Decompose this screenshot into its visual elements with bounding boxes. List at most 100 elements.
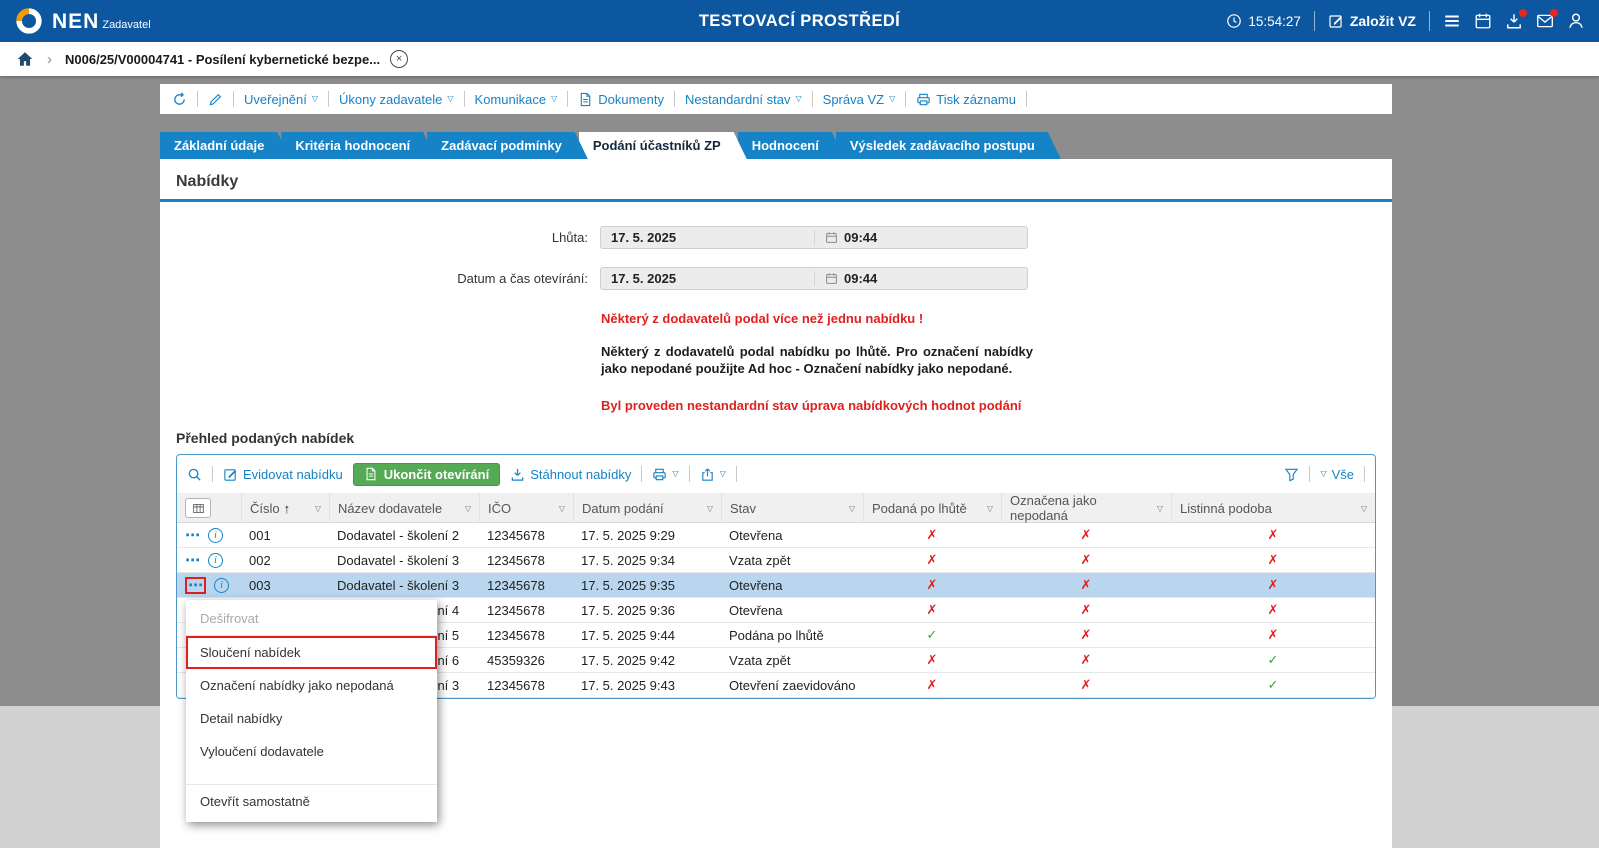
register-offer-button[interactable]: Evidovat nabídku bbox=[223, 467, 343, 482]
divider bbox=[197, 91, 198, 107]
column-header[interactable]: Listinná podoba▽ bbox=[1171, 493, 1375, 523]
divider bbox=[736, 466, 737, 482]
command-item[interactable]: Správa VZ▽ bbox=[823, 92, 896, 107]
pencil-icon bbox=[208, 92, 223, 107]
profile-button[interactable] bbox=[1567, 12, 1585, 30]
filter-caret-icon[interactable]: ▽ bbox=[849, 504, 855, 513]
clock: 15:54:27 bbox=[1226, 13, 1301, 29]
cross-icon: ✗ bbox=[1268, 577, 1279, 592]
printer-icon bbox=[652, 467, 667, 482]
cell-number: 002 bbox=[241, 553, 329, 568]
filter-caret-icon[interactable]: ▽ bbox=[559, 504, 565, 513]
search-button[interactable] bbox=[187, 467, 202, 482]
menu-item[interactable]: Sloučení nabídek bbox=[186, 636, 437, 669]
topbar: NEN Zadavatel TESTOVACÍ PROSTŘEDÍ 15:54:… bbox=[0, 0, 1599, 42]
opening-date-input[interactable]: 17. 5. 2025 bbox=[601, 271, 814, 286]
filter-caret-icon[interactable]: ▽ bbox=[707, 504, 713, 513]
row-info-icon[interactable]: i bbox=[208, 553, 223, 568]
create-vz-button[interactable]: Založit VZ bbox=[1328, 13, 1416, 29]
column-header[interactable]: Číslo↑▽ bbox=[241, 493, 329, 523]
column-header[interactable]: Stav▽ bbox=[721, 493, 863, 523]
download-offers-button[interactable]: Stáhnout nabídky bbox=[510, 467, 631, 482]
filter-caret-icon[interactable]: ▽ bbox=[315, 504, 321, 513]
cell-number: 001 bbox=[241, 528, 329, 543]
doc-icon bbox=[578, 92, 593, 107]
chevron-down-icon: ▽ bbox=[551, 95, 557, 103]
downloads-button[interactable] bbox=[1505, 12, 1523, 30]
table-row[interactable]: ⋯i001Dodavatel - školení 21234567817. 5.… bbox=[177, 523, 1375, 548]
column-header[interactable]: Název dodavatele▽ bbox=[329, 493, 479, 523]
row-actions-button[interactable]: ⋯ bbox=[185, 529, 200, 542]
tab-2[interactable]: Kritéria hodnocení bbox=[281, 132, 436, 159]
row-actions-button[interactable]: ⋯ bbox=[185, 554, 200, 567]
menu-item[interactable]: Vyloučení dodavatele bbox=[186, 735, 437, 768]
export-dropdown[interactable]: ▽ bbox=[700, 467, 726, 482]
tab-1[interactable]: Základní údaje bbox=[160, 132, 290, 159]
cell-ico: 45359326 bbox=[479, 653, 573, 668]
row-info-icon[interactable]: i bbox=[208, 528, 223, 543]
filter-button[interactable] bbox=[1284, 467, 1299, 482]
breadcrumb-item[interactable]: N006/25/V00004741 - Posílení kybernetick… bbox=[65, 52, 380, 67]
command-item[interactable]: Tisk záznamu bbox=[916, 92, 1016, 107]
history-button[interactable] bbox=[172, 92, 187, 107]
tab-3[interactable]: Zadávací podmínky bbox=[427, 132, 588, 159]
person-icon bbox=[1567, 12, 1585, 30]
hamburger-menu-button[interactable] bbox=[1443, 12, 1461, 30]
command-item[interactable]: Dokumenty bbox=[578, 92, 664, 107]
column-header[interactable]: IČO▽ bbox=[479, 493, 573, 523]
cross-icon: ✗ bbox=[1081, 677, 1092, 692]
filter-caret-icon[interactable]: ▽ bbox=[1361, 504, 1367, 513]
messages-button[interactable] bbox=[1536, 12, 1554, 30]
calendar-button[interactable] bbox=[1474, 12, 1492, 30]
cell-submit-date: 17. 5. 2025 9:34 bbox=[573, 553, 721, 568]
divider bbox=[464, 91, 465, 107]
offers-toolbar: Evidovat nabídku Ukončit otevírání Stáhn… bbox=[177, 455, 1375, 493]
notification-badge bbox=[1550, 9, 1558, 17]
filter-caret-icon[interactable]: ▽ bbox=[1157, 504, 1163, 513]
cross-icon: ✗ bbox=[1081, 527, 1092, 542]
column-header[interactable]: Označena jako nepodaná▽ bbox=[1001, 493, 1171, 523]
view-all-label: Vše bbox=[1332, 467, 1354, 482]
deadline-time-input[interactable]: 09:44 bbox=[815, 230, 1027, 245]
tab-4[interactable]: Podání účastníků ZP bbox=[579, 132, 747, 159]
column-settings-button[interactable] bbox=[185, 498, 211, 518]
column-header[interactable]: Podaná po lhůtě▽ bbox=[863, 493, 1001, 523]
cell-ico: 12345678 bbox=[479, 578, 573, 593]
deadline-date-input[interactable]: 17. 5. 2025 bbox=[601, 230, 814, 245]
undo-icon bbox=[172, 92, 187, 107]
table-row[interactable]: ⋯i003Dodavatel - školení 31234567817. 5.… bbox=[177, 573, 1375, 598]
warning-duplicate-offer: Některý z dodavatelů podal více než jedn… bbox=[601, 310, 1033, 327]
print-dropdown[interactable]: ▽ bbox=[652, 467, 678, 482]
command-label: Správa VZ bbox=[823, 92, 884, 107]
command-item[interactable]: Komunikace▽ bbox=[475, 92, 558, 107]
menu-item[interactable]: Otevřít samostatně bbox=[186, 785, 437, 818]
table-row[interactable]: ⋯i002Dodavatel - školení 31234567817. 5.… bbox=[177, 548, 1375, 573]
row-actions-button[interactable]: ⋯ bbox=[185, 577, 206, 594]
cell-number: 003 bbox=[241, 578, 329, 593]
edit-button[interactable] bbox=[208, 92, 223, 107]
finish-opening-button[interactable]: Ukončit otevírání bbox=[353, 463, 500, 486]
opening-time-input[interactable]: 09:44 bbox=[815, 271, 1027, 286]
tab-5[interactable]: Hodnocení bbox=[738, 132, 845, 159]
tabs-bar: Základní údajeKritéria hodnoceníZadávací… bbox=[160, 132, 1392, 159]
view-all-dropdown[interactable]: ▽ Vše bbox=[1320, 467, 1354, 482]
command-item[interactable]: Uveřejnění▽ bbox=[244, 92, 318, 107]
command-item[interactable]: Úkony zadavatele▽ bbox=[339, 92, 454, 107]
close-record-button[interactable]: × bbox=[390, 50, 408, 68]
cell-marked-unsubmitted: ✗ bbox=[1001, 652, 1171, 668]
row-info-icon[interactable]: i bbox=[214, 578, 229, 593]
home-button[interactable] bbox=[16, 50, 34, 68]
deadline-time-value: 09:44 bbox=[844, 230, 877, 245]
hamburger-icon bbox=[1443, 12, 1461, 30]
menu-item[interactable]: Označení nabídky jako nepodaná bbox=[186, 669, 437, 702]
cell-paper-form: ✗ bbox=[1171, 627, 1375, 643]
filter-caret-icon[interactable]: ▽ bbox=[987, 504, 993, 513]
command-item[interactable]: Nestandardní stav▽ bbox=[685, 92, 802, 107]
cell-supplier-name: Dodavatel - školení 3 bbox=[329, 578, 479, 593]
tab-6[interactable]: Výsledek zadávacího postupu bbox=[836, 132, 1061, 159]
nen-logo[interactable] bbox=[14, 6, 44, 36]
menu-item[interactable]: Detail nabídky bbox=[186, 702, 437, 735]
brand-role: Zadavatel bbox=[102, 19, 150, 31]
column-header[interactable]: Datum podání▽ bbox=[573, 493, 721, 523]
filter-caret-icon[interactable]: ▽ bbox=[465, 504, 471, 513]
